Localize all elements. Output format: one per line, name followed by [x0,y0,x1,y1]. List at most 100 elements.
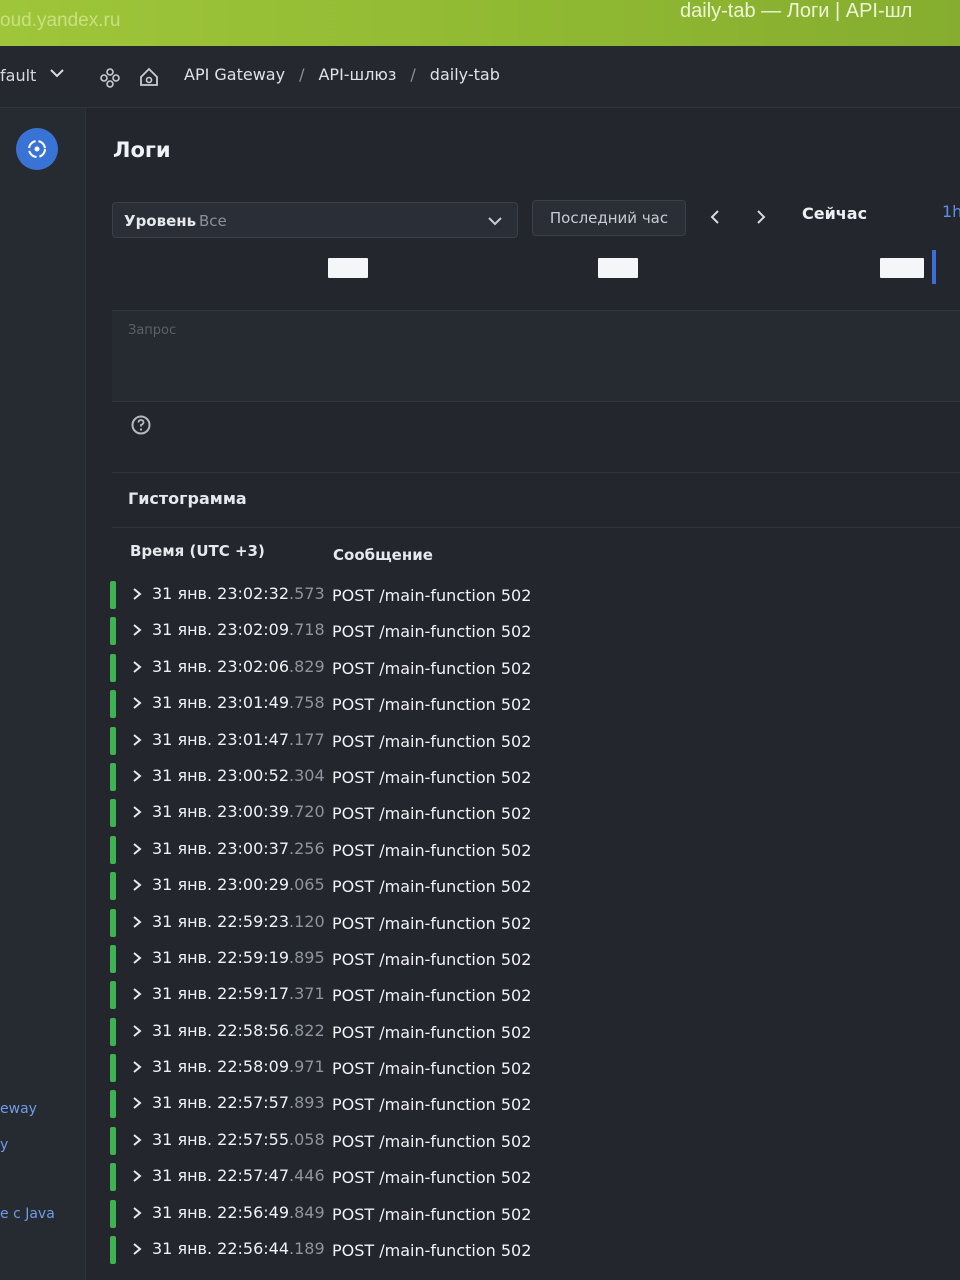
table-row[interactable]: 31 янв. 22:59:23.120 POST /main-function … [110,906,950,942]
chevron-right-icon[interactable] [130,659,144,675]
chevron-right-icon[interactable] [130,732,144,748]
home-icon[interactable] [138,66,160,88]
chevron-right-icon[interactable] [130,586,144,602]
log-time-ms: .971 [289,1057,325,1077]
chevron-right-icon[interactable] [130,986,144,1002]
chevron-right-icon[interactable] [130,622,144,638]
table-row[interactable]: 31 янв. 23:01:47.177 POST /main-function … [110,724,950,760]
table-row[interactable]: 31 янв. 22:57:55.058 POST /main-function … [110,1124,950,1160]
log-level-indicator [110,653,116,682]
chevron-right-icon[interactable] [130,1168,144,1184]
breadcrumb-api-gateway[interactable]: API Gateway [184,65,285,84]
log-time-main: 31 янв. 22:56:44 [152,1239,289,1259]
table-row[interactable]: 31 янв. 23:02:09.718 POST /main-function … [110,614,950,650]
chevron-right-icon[interactable] [130,1132,144,1148]
log-time: 31 янв. 23:01:47.177 [152,730,325,749]
timeline-ruler[interactable] [86,250,960,288]
log-time-main: 31 янв. 23:02:09 [152,620,289,640]
log-time-main: 31 янв. 23:01:49 [152,693,289,713]
log-level-indicator [110,1090,116,1119]
now-button[interactable]: Сейчас [802,204,867,223]
time-range-button[interactable]: Последний час [532,200,686,236]
table-row[interactable]: 31 янв. 22:58:56.822 POST /main-function … [110,1015,950,1051]
table-row[interactable]: 31 янв. 22:57:57.893 POST /main-function … [110,1087,950,1123]
log-message: POST /main-function 502 [332,1131,532,1151]
log-time-ms: .893 [289,1093,325,1113]
log-level-indicator [110,762,116,791]
chevron-down-icon[interactable] [48,64,66,82]
chevron-right-icon[interactable] [130,768,144,784]
log-time-main: 31 янв. 23:00:29 [152,875,289,895]
level-value: Все [199,212,227,230]
table-row[interactable]: 31 янв. 22:58:09.971 POST /main-function … [110,1051,950,1087]
log-time-ms: .720 [289,802,325,822]
help-icon[interactable] [130,414,152,436]
log-message: POST /main-function 502 [332,913,532,933]
log-time-main: 31 янв. 23:00:52 [152,765,289,785]
log-time: 31 янв. 23:00:29.065 [152,875,325,894]
browser-tab-title[interactable]: daily-tab — Логи | API-шл [680,0,960,23]
log-time-ms: .371 [289,984,325,1004]
sidebar-item-logs[interactable] [16,128,58,170]
chevron-right-icon[interactable] [130,841,144,857]
browser-titlebar: oud.yandex.ru daily-tab — Логи | API-шл [0,0,960,46]
table-row[interactable]: 31 янв. 23:00:29.065 POST /main-function … [110,869,950,905]
log-level-indicator [110,1054,116,1083]
table-row[interactable]: 31 янв. 22:56:44.189 POST /main-function … [110,1233,950,1269]
browser-url[interactable]: oud.yandex.ru [0,10,120,32]
breadcrumb-daily-tab[interactable]: daily-tab [430,65,500,84]
log-level-indicator [110,799,116,828]
chevron-right-icon[interactable] [130,950,144,966]
sidebar-item-gateway[interactable]: eway [0,1101,37,1117]
chevron-left-icon[interactable] [706,208,724,226]
chevron-right-icon[interactable] [130,695,144,711]
chevron-right-icon[interactable] [130,804,144,820]
chevron-right-icon[interactable] [130,1095,144,1111]
histogram-label: Гистограмма [128,489,247,508]
log-level-indicator [110,617,116,646]
breadcrumb-separator: / [410,65,416,84]
log-time: 31 янв. 23:00:52.304 [152,766,325,785]
table-row[interactable]: 31 янв. 23:00:37.256 POST /main-function … [110,833,950,869]
log-time-ms: .718 [289,620,325,640]
log-message: POST /main-function 502 [332,840,532,860]
chevron-right-icon[interactable] [130,1241,144,1257]
timeline-cursor[interactable] [932,250,936,284]
sidebar-item-y[interactable]: y [0,1137,8,1153]
log-time-ms: .065 [289,875,325,895]
log-time-main: 31 янв. 23:02:32 [152,584,289,603]
table-row[interactable]: 31 янв. 23:00:39.720 POST /main-function … [110,796,950,832]
table-row[interactable]: 31 янв. 23:02:32.573 POST /main-function … [110,578,950,614]
folder-selector[interactable]: fault [0,66,36,85]
chevron-right-icon[interactable] [130,877,144,893]
table-row[interactable]: 31 янв. 22:57:47.446 POST /main-function … [110,1160,950,1196]
log-time: 31 янв. 22:56:44.189 [152,1239,325,1258]
log-time: 31 янв. 22:59:17.371 [152,984,325,1003]
log-time-ms: .895 [289,947,325,967]
range-1h-button[interactable]: 1h [942,202,960,221]
log-time: 31 янв. 22:57:57.893 [152,1093,325,1112]
sidebar-item-java[interactable]: e c Java [0,1206,55,1222]
table-row[interactable]: 31 янв. 23:01:49.758 POST /main-function … [110,687,950,723]
breadcrumb-separator: / [299,65,305,84]
breadcrumb-api-shlyuz[interactable]: API-шлюз [318,65,396,84]
log-message: POST /main-function 502 [332,1168,532,1188]
table-row[interactable]: 31 янв. 23:00:52.304 POST /main-function … [110,760,950,796]
chevron-right-icon[interactable] [130,1205,144,1221]
query-input[interactable]: Запрос [112,310,960,402]
table-row[interactable]: 31 янв. 22:59:17.371 POST /main-function … [110,978,950,1014]
chevron-right-icon[interactable] [752,208,770,226]
chevron-right-icon[interactable] [130,914,144,930]
chevron-right-icon[interactable] [130,1059,144,1075]
log-time: 31 янв. 22:59:23.120 [152,912,325,931]
level-select[interactable]: Уровень Все [112,202,518,238]
table-row[interactable]: 31 янв. 22:56:49.849 POST /main-function … [110,1197,950,1233]
log-time-main: 31 янв. 22:58:09 [152,1057,289,1077]
chevron-right-icon[interactable] [130,1023,144,1039]
log-time: 31 янв. 22:56:49.849 [152,1203,325,1222]
histogram-toggle[interactable]: Гистограмма [112,472,960,528]
table-row[interactable]: 31 янв. 23:02:06.829 POST /main-function … [110,651,950,687]
log-level-indicator [110,726,116,755]
table-row[interactable]: 31 янв. 22:59:19.895 POST /main-function … [110,942,950,978]
services-icon[interactable] [100,68,120,88]
